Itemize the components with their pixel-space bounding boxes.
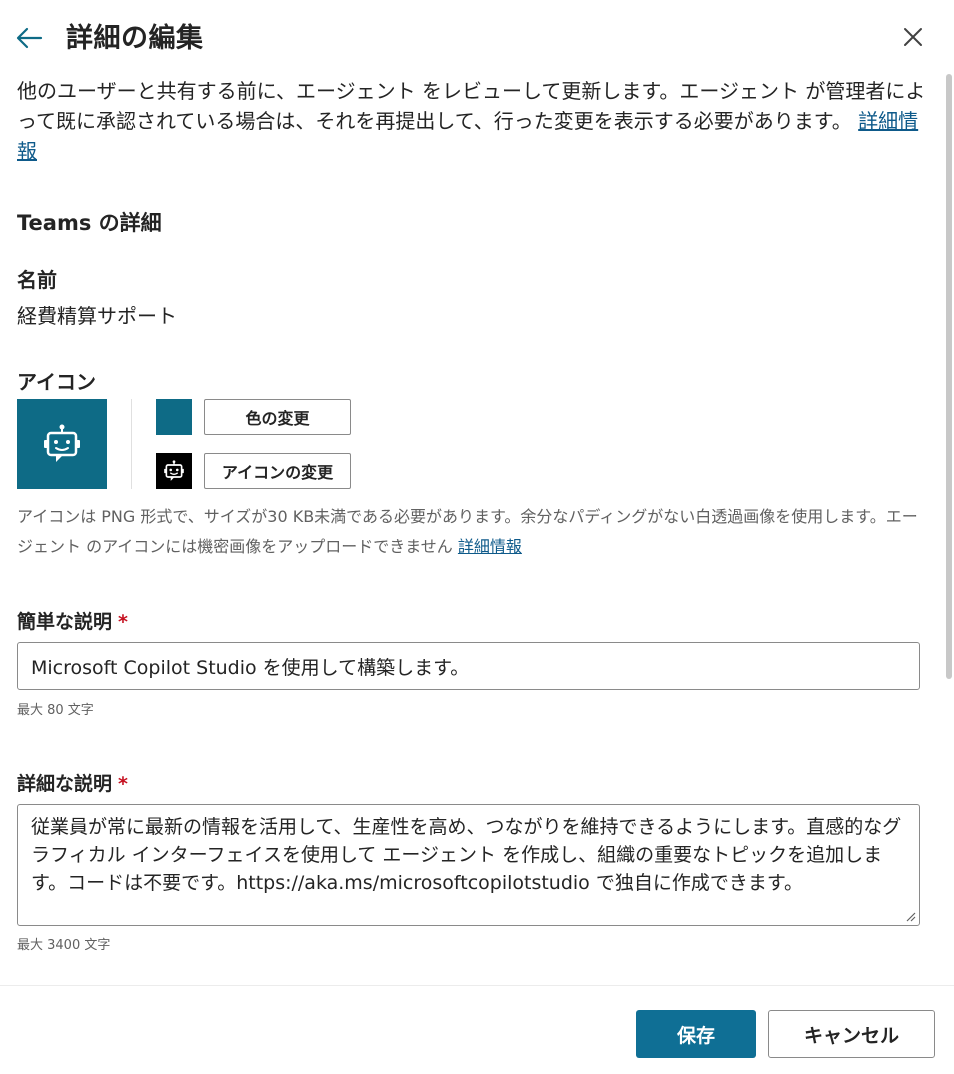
change-icon-button[interactable]: アイコンの変更 [204,453,351,489]
icon-label: アイコン [17,370,96,394]
cancel-button[interactable]: キャンセル [768,1010,935,1058]
page-title: 詳細の編集 [66,23,204,54]
footer-divider [0,985,954,986]
short-description-label-text: 簡単な説明 [17,611,113,633]
change-color-button[interactable]: 色の変更 [204,399,351,435]
icon-help-learn-more-link[interactable]: 詳細情報 [458,537,522,556]
long-description-label-text: 詳細な説明 [17,773,113,795]
resize-grip-icon[interactable] [904,910,916,922]
close-button[interactable] [899,23,927,51]
bot-icon [44,424,80,462]
intro-text: 他のユーザーと共有する前に、エージェント をレビューして更新します。エージェント… [17,76,927,166]
name-label: 名前 [17,268,57,292]
required-mark: * [118,611,128,633]
long-description-textarea[interactable]: 従業員が常に最新の情報を活用して、生産性を高め、つながりを維持できるようにします… [17,804,920,926]
panel-header: 詳細の編集 [0,0,954,74]
name-value: 経費精算サポート [17,304,177,328]
required-mark: * [118,773,128,795]
icon-preview [17,399,107,489]
short-description-label: 簡単な説明 * [17,607,128,634]
long-description-label: 詳細な説明 * [17,769,128,796]
short-description-hint: 最大 80 文字 [17,703,94,718]
bot-icon-small [164,460,184,481]
teams-section-title: Teams の詳細 [17,211,162,235]
icon-thumbnail[interactable] [156,453,192,489]
back-button[interactable] [14,22,44,52]
close-icon [904,28,922,46]
long-description-hint: 最大 3400 文字 [17,938,111,953]
save-button[interactable]: 保存 [636,1010,756,1058]
scrollbar-thumb[interactable] [946,74,952,679]
arrow-left-icon [16,27,43,49]
short-description-input[interactable] [17,642,920,690]
details-scroll-area[interactable]: 他のユーザーと共有する前に、エージェント をレビューして更新します。エージェント… [0,74,954,984]
intro-body: 他のユーザーと共有する前に、エージェント をレビューして更新します。エージェント… [17,79,926,133]
color-swatch[interactable] [156,399,192,435]
icon-help-text: アイコンは PNG 形式で、サイズが30 KB未満である必要があります。余分なパ… [17,502,927,562]
icon-divider [131,399,132,489]
